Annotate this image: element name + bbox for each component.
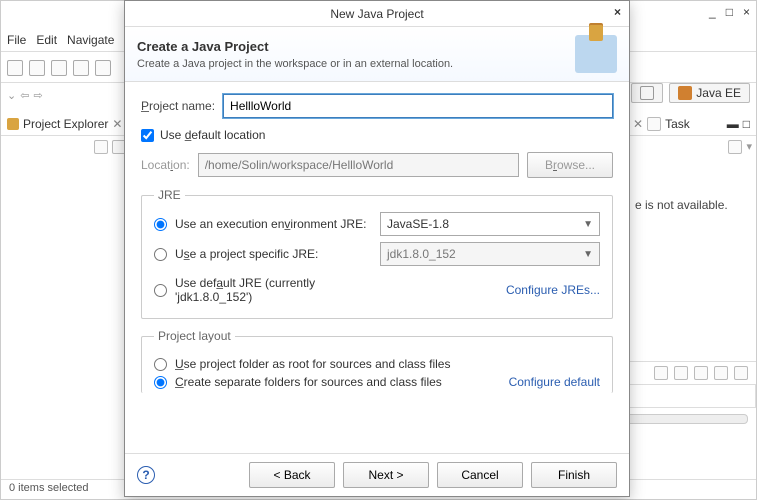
save-icon[interactable] — [29, 60, 45, 76]
bp-max-icon[interactable] — [734, 366, 748, 380]
next-button[interactable]: Next > — [343, 462, 429, 488]
jre-project-specific-label: Use a project specific JRE: — [175, 247, 318, 261]
jre-project-specific-value: jdk1.8.0_152 — [387, 247, 456, 261]
help-icon[interactable]: ? — [137, 466, 155, 484]
project-layout-group: Project layout Use project folder as roo… — [141, 329, 613, 393]
paste-icon[interactable] — [95, 60, 111, 76]
save-all-icon[interactable] — [51, 60, 67, 76]
bp-icon-3[interactable] — [694, 366, 708, 380]
project-explorer-toolbar — [1, 136, 130, 158]
collapse-all-icon[interactable] — [94, 140, 108, 154]
project-explorer-icon — [7, 118, 19, 130]
perspective-switcher: Java EE — [631, 83, 750, 103]
dialog-banner: Create a Java Project Create a Java proj… — [125, 27, 629, 82]
dialog-body: PProject name:roject name: Use default l… — [125, 82, 629, 453]
use-default-location-checkbox[interactable] — [141, 129, 154, 142]
copy-icon[interactable] — [73, 60, 89, 76]
minimize-icon[interactable]: _ — [709, 5, 716, 19]
close-icon[interactable]: × — [743, 5, 750, 19]
collapse-icon[interactable]: ⌄ — [7, 89, 16, 102]
project-layout-legend: Project layout — [154, 329, 235, 343]
use-default-location-row: Use default location Use default locatio… — [141, 128, 613, 142]
cancel-button[interactable]: Cancel — [437, 462, 523, 488]
jre-legend: JRE — [154, 188, 185, 202]
project-name-input[interactable] — [223, 94, 613, 118]
dialog-titlebar: New Java Project × — [125, 1, 629, 27]
task-toolbar: ▾ — [627, 136, 756, 158]
forward-icon[interactable]: ⇨ — [33, 89, 42, 102]
jre-group: JRE Use an execution environment JRE: Us… — [141, 188, 613, 319]
new-icon[interactable] — [7, 60, 23, 76]
location-label: Location: — [141, 158, 190, 172]
bp-min-icon[interactable] — [714, 366, 728, 380]
bp-icon-2[interactable] — [674, 366, 688, 380]
java-project-wizard-icon — [575, 35, 617, 73]
use-default-location-label: Use default location — [160, 128, 265, 142]
new-java-project-dialog: New Java Project × Create a Java Project… — [124, 0, 630, 497]
bp-icon-1[interactable] — [654, 366, 668, 380]
layout-single-radio[interactable] — [154, 358, 167, 371]
status-text: 0 items selected — [9, 482, 88, 494]
back-icon[interactable]: ⇦ — [20, 89, 29, 102]
open-perspective-icon — [640, 86, 654, 100]
task-min-icon[interactable]: ▬ — [727, 117, 739, 131]
jre-exec-env-radio[interactable] — [154, 218, 167, 231]
javaee-icon — [678, 86, 692, 100]
dialog-close-icon[interactable]: × — [614, 5, 621, 19]
menu-file[interactable]: File — [7, 33, 26, 47]
task-tab[interactable]: ✕ Task ▬ □ — [627, 113, 756, 136]
jre-default-label: Use default JRE (currently 'jdk1.8.0_152… — [175, 276, 368, 304]
window-controls: _ □ × — [709, 5, 750, 19]
task-tab-close-icon[interactable]: ✕ — [633, 117, 643, 131]
tab-close-icon[interactable]: ✕ — [112, 117, 122, 131]
project-explorer-tab[interactable]: Project Explorer ✕ — [1, 113, 130, 136]
layout-separate-label: Create separate folders for sources and … — [175, 375, 442, 389]
jre-exec-env-combo[interactable]: JavaSE-1.8 ▼ — [380, 212, 600, 236]
jre-project-specific-radio[interactable] — [154, 248, 167, 261]
dialog-footer: ? < Back Next > Cancel Finish — [125, 453, 629, 496]
javaee-label: Java EE — [696, 86, 741, 100]
task-menu-icon[interactable]: ▾ — [746, 140, 752, 154]
project-explorer-view: Project Explorer ✕ — [1, 113, 131, 477]
jre-project-specific-combo: jdk1.8.0_152 ▼ — [380, 242, 600, 266]
task-max-icon[interactable]: □ — [743, 117, 750, 131]
dialog-subheading: Create a Java project in the workspace o… — [137, 58, 453, 70]
chevron-down-icon: ▼ — [583, 219, 593, 230]
dialog-title: New Java Project — [330, 7, 423, 21]
project-name-row: PProject name:roject name: — [141, 94, 613, 118]
task-title: Task — [665, 117, 690, 131]
javaee-perspective-button[interactable]: Java EE — [669, 83, 750, 103]
browse-button: Browse... — [527, 152, 613, 178]
open-perspective-button[interactable] — [631, 83, 663, 103]
chevron-down-icon: ▼ — [583, 249, 593, 260]
location-row: Location: Location: Browse... Browse... — [141, 152, 613, 178]
layout-separate-radio[interactable] — [154, 376, 167, 389]
location-input — [198, 153, 519, 177]
menu-navigate[interactable]: Navigate — [67, 33, 114, 47]
project-name-label: PProject name:roject name: — [141, 99, 215, 113]
finish-button[interactable]: Finish — [531, 462, 617, 488]
maximize-icon[interactable]: □ — [726, 5, 733, 19]
back-button[interactable]: < Back — [249, 462, 335, 488]
task-icon — [647, 117, 661, 131]
task-folder-icon[interactable] — [728, 140, 742, 154]
dialog-heading: Create a Java Project — [137, 39, 453, 54]
jre-default-radio[interactable] — [154, 284, 167, 297]
menu-edit[interactable]: Edit — [36, 33, 57, 47]
project-explorer-title: Project Explorer — [23, 117, 108, 131]
task-unavailable-message: e is not available. — [627, 158, 756, 252]
jre-exec-env-value: JavaSE-1.8 — [387, 217, 449, 231]
jre-exec-env-label: Use an execution environment JRE: — [175, 217, 366, 231]
configure-jres-link[interactable]: Configure JREs... — [380, 283, 600, 297]
configure-default-link[interactable]: Configure default — [509, 375, 600, 389]
layout-single-label: Use project folder as root for sources a… — [175, 357, 450, 371]
